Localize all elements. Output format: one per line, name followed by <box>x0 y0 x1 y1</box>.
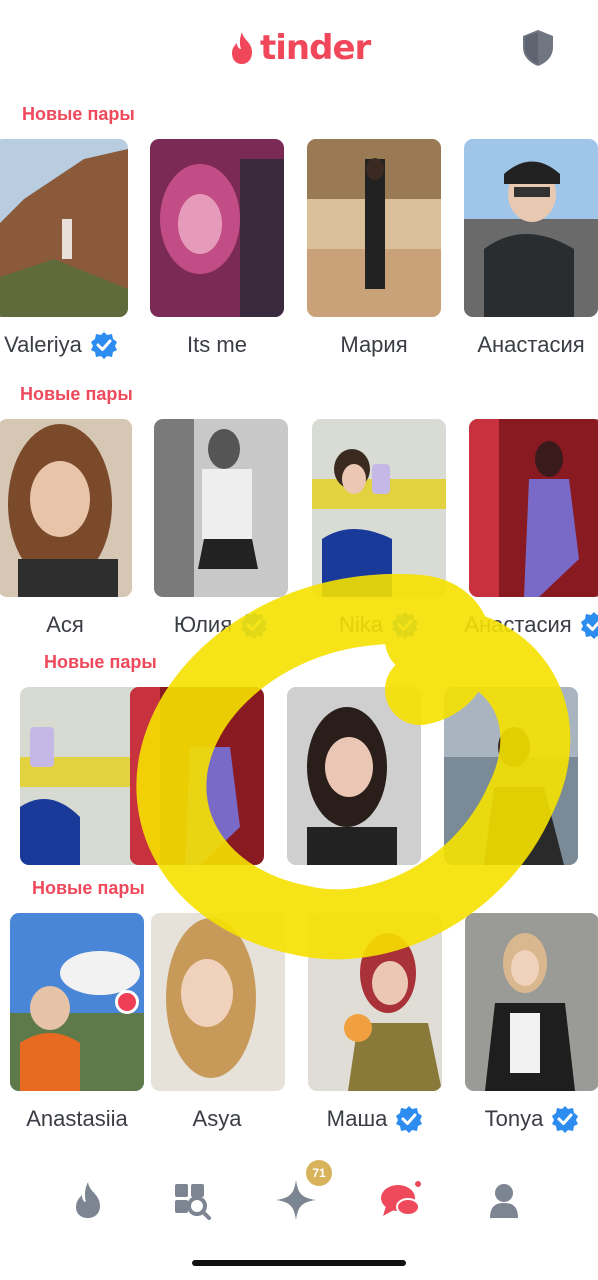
verified-badge-icon <box>580 612 598 639</box>
photo-mirror-bw-icon <box>154 419 288 597</box>
photo-portrait-icon <box>150 139 284 317</box>
match-card[interactable] <box>154 419 288 597</box>
photo-kitchen-icon <box>308 913 442 1091</box>
photo-cliffs-icon <box>0 139 128 317</box>
match-name: Анастасия <box>477 332 585 357</box>
match-card[interactable] <box>464 139 598 317</box>
match-name: Ася <box>46 612 84 637</box>
match-card[interactable] <box>0 139 128 317</box>
match-card[interactable] <box>308 913 442 1091</box>
new-matches-row-2: Новые пары Ася Юлия Nika Анастасия <box>0 376 598 646</box>
photo-red-room-icon <box>130 687 264 865</box>
profile-icon <box>490 1184 518 1218</box>
match-name: Nika <box>338 612 383 637</box>
photo-river-icon <box>444 687 578 865</box>
flame-logo-icon <box>232 32 252 64</box>
nav-profile[interactable] <box>476 1172 532 1228</box>
match-name: Valeriya <box>4 332 82 357</box>
photo-sunglasses-icon <box>464 139 598 317</box>
match-name: Юлия <box>173 612 233 637</box>
photo-red-room-icon <box>469 419 598 597</box>
match-card[interactable] <box>130 687 264 865</box>
explore-icon <box>175 1184 211 1220</box>
match-name-row: Анастасия <box>441 610 598 640</box>
match-name-row: Tonya <box>437 1104 598 1134</box>
match-name: Asya <box>192 1106 242 1131</box>
verified-badge-icon <box>392 612 418 639</box>
section-title: Новые пары <box>32 878 145 898</box>
match-name: Tonya <box>484 1106 544 1131</box>
verified-badge-icon <box>241 612 268 639</box>
photo-mirror-icon <box>312 419 446 597</box>
match-card[interactable] <box>150 139 284 317</box>
nav-discover[interactable] <box>60 1172 116 1228</box>
photo-portrait-icon <box>151 913 285 1091</box>
unread-dot <box>115 990 139 1014</box>
section-title: Новые пары <box>44 652 157 672</box>
likes-count-badge: 71 <box>306 1160 332 1186</box>
match-card[interactable] <box>151 913 285 1091</box>
match-card[interactable] <box>469 419 598 597</box>
flame-icon <box>76 1182 100 1218</box>
new-matches-row-1: Новые пары Valeriya Its me Мария Анастас… <box>0 96 598 366</box>
safety-shield-icon[interactable] <box>520 28 556 68</box>
match-card[interactable] <box>287 687 421 865</box>
logo-text: tinder <box>260 28 371 68</box>
match-name: Анастасия <box>464 612 572 637</box>
nav-explore[interactable] <box>163 1172 219 1228</box>
photo-portrait-icon <box>287 687 421 865</box>
match-card[interactable] <box>465 913 598 1091</box>
gold-likes-icon <box>276 1180 316 1220</box>
verified-badge-icon <box>552 1106 579 1133</box>
home-indicator <box>192 1260 406 1266</box>
section-title: Новые пары <box>20 384 133 404</box>
match-card[interactable] <box>0 419 132 597</box>
photo-hall-icon <box>307 139 441 317</box>
verified-badge-icon <box>396 1106 423 1133</box>
match-card[interactable] <box>444 687 578 865</box>
photo-portrait-icon <box>0 419 132 597</box>
nav-messages[interactable] <box>372 1172 428 1228</box>
match-name: Маша <box>326 1106 388 1131</box>
match-card[interactable] <box>307 139 441 317</box>
match-name: Мария <box>340 332 408 357</box>
match-name-row: Анастасия <box>436 330 598 360</box>
section-title: Новые пары <box>22 104 135 124</box>
match-name: Its me <box>187 332 247 357</box>
match-name: Anastasiia <box>26 1106 128 1131</box>
tinder-logo[interactable]: tinder <box>228 26 371 70</box>
top-bar: tinder <box>0 0 598 96</box>
photo-mirror-icon <box>465 913 598 1091</box>
match-card[interactable] <box>312 419 446 597</box>
verified-badge-icon <box>90 332 117 359</box>
messages-icon <box>381 1181 421 1216</box>
new-matches-row-4: Новые пары Anastasiia Asya Маша Tonya <box>0 870 598 1140</box>
